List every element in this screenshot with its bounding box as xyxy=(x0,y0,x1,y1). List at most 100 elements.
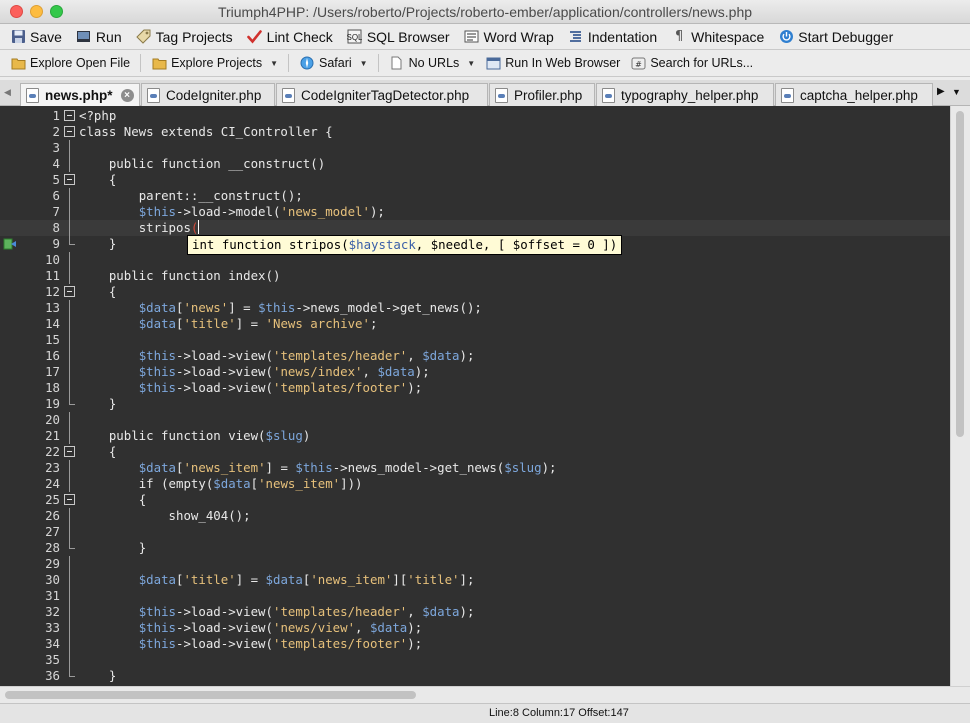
line-number: 27 xyxy=(45,524,60,539)
fold-toggle-icon[interactable] xyxy=(64,446,75,457)
run-button[interactable]: Run xyxy=(76,29,122,45)
folder-icon xyxy=(10,55,26,71)
code-line: 21 public function view($slug) xyxy=(0,428,950,444)
code-line: 22 { xyxy=(0,444,950,460)
tab-profiler-php[interactable]: Profiler.php xyxy=(489,83,595,106)
main-toolbar: Save Run Tag Projects Lint Check SQL SQL… xyxy=(0,24,970,50)
url-select[interactable]: No URLs ▼ xyxy=(389,55,475,71)
tab-scroll-left-icon[interactable]: ◀ xyxy=(4,87,11,98)
text-cursor xyxy=(198,220,200,234)
save-button[interactable]: Save xyxy=(10,29,62,45)
code-text: stripos xyxy=(138,220,191,235)
code-line: 14 $data['title'] = 'News archive'; xyxy=(0,316,950,332)
code-line: 18 $this->load->view('templates/footer')… xyxy=(0,380,950,396)
toolbar-separator xyxy=(140,54,142,72)
tab-label: CodeIgniterTagDetector.php xyxy=(301,87,470,103)
code-line: 31 xyxy=(0,588,950,604)
search-urls-icon: # xyxy=(630,55,646,71)
code-text: { xyxy=(108,444,117,459)
line-number: 20 xyxy=(45,412,60,427)
tab-list-menu-icon[interactable]: ▼ xyxy=(952,87,961,97)
whitespace-button[interactable]: ¶ Whitespace xyxy=(671,29,764,45)
document-icon xyxy=(389,55,405,71)
browser-window-icon xyxy=(485,55,501,71)
vertical-scrollbar[interactable] xyxy=(950,106,970,686)
line-number: 2 xyxy=(52,124,60,139)
indentation-button[interactable]: Indentation xyxy=(568,29,657,45)
line-number: 4 xyxy=(52,156,60,171)
code-line: 20 xyxy=(0,412,950,428)
run-in-web-browser-label: Run In Web Browser xyxy=(505,56,621,70)
code-line: 32 $this->load->view('templates/header',… xyxy=(0,604,950,620)
tab-label: Profiler.php xyxy=(514,87,583,103)
horizontal-scrollbar[interactable] xyxy=(0,686,970,703)
line-number: 16 xyxy=(45,348,60,363)
line-number: 1 xyxy=(52,108,60,123)
code-line: 19 } xyxy=(0,396,950,412)
indentation-icon xyxy=(568,29,584,45)
explore-projects-dropdown[interactable]: Explore Projects ▼ xyxy=(151,55,278,71)
run-label: Run xyxy=(95,28,122,45)
php-file-icon xyxy=(781,87,794,103)
title-bar: Triumph4PHP: /Users/roberto/Projects/rob… xyxy=(0,0,970,24)
line-number: 8 xyxy=(52,220,60,235)
explore-open-file-label: Explore Open File xyxy=(30,56,131,70)
line-number: 13 xyxy=(45,300,60,315)
code-text: <?php xyxy=(79,108,117,123)
tab-codeignitertagdetector-php[interactable]: CodeIgniterTagDetector.php xyxy=(276,83,488,106)
explore-open-file-button[interactable]: Explore Open File xyxy=(10,55,130,71)
code-line: 36 } xyxy=(0,668,950,684)
start-debugger-button[interactable]: Start Debugger xyxy=(778,29,893,45)
tab-captcha-helper-php[interactable]: captcha_helper.php xyxy=(775,83,933,106)
code-line: 12 { xyxy=(0,284,950,300)
line-number: 11 xyxy=(45,268,60,283)
code-lines: 1 <?php 2 class News extends CI_Controller… xyxy=(0,108,950,684)
run-icon xyxy=(76,29,92,45)
tag-projects-label: Tag Projects xyxy=(155,28,233,45)
checkmark-icon xyxy=(247,29,263,45)
tag-projects-button[interactable]: Tag Projects xyxy=(136,29,233,45)
line-number: 7 xyxy=(52,204,60,219)
code-text: parent::__construct(); xyxy=(138,188,303,203)
code-line: 25 { xyxy=(0,492,950,508)
code-line: 4 public function __construct() xyxy=(0,156,950,172)
code-line: 24 if (empty($data['news_item'])) xyxy=(0,476,950,492)
tag-icon xyxy=(136,29,152,45)
line-number: 28 xyxy=(45,540,60,555)
indentation-label: Indentation xyxy=(587,28,658,45)
code-editor[interactable]: 1 <?php 2 class News extends CI_Controller… xyxy=(0,106,970,686)
search-for-urls-label: Search for URLs... xyxy=(650,56,754,70)
sql-browser-button[interactable]: SQL SQL Browser xyxy=(347,29,449,45)
fold-toggle-icon[interactable] xyxy=(64,126,75,137)
line-number: 33 xyxy=(45,620,60,635)
code-line: 2 class News extends CI_Controller { xyxy=(0,124,950,140)
horizontal-scroll-thumb[interactable] xyxy=(5,691,416,699)
line-number: 5 xyxy=(52,172,60,187)
word-wrap-button[interactable]: Word Wrap xyxy=(464,29,554,45)
toolbar-separator xyxy=(288,54,289,72)
vertical-scroll-thumb[interactable] xyxy=(956,111,964,437)
tab-scroll-right-icon[interactable]: ▶ xyxy=(937,86,945,97)
chevron-down-icon: ▼ xyxy=(270,58,278,68)
fold-toggle-icon[interactable] xyxy=(64,110,75,121)
close-tab-icon[interactable]: × xyxy=(120,88,134,102)
fold-toggle-icon[interactable] xyxy=(64,494,75,505)
line-number: 24 xyxy=(45,476,60,491)
lint-check-button[interactable]: Lint Check xyxy=(247,29,333,45)
line-number: 29 xyxy=(45,556,60,571)
current-code-line: 8 stripos( xyxy=(0,220,950,236)
php-file-icon xyxy=(147,87,160,103)
code-line: 16 $this->load->view('templates/header',… xyxy=(0,348,950,364)
tab-news-php[interactable]: news.php* × xyxy=(20,83,140,106)
run-in-web-browser-button[interactable]: Run In Web Browser xyxy=(485,55,620,71)
code-text: } xyxy=(108,236,117,251)
search-for-urls-button[interactable]: # Search for URLs... xyxy=(630,55,753,71)
browser-select[interactable]: Safari ▼ xyxy=(299,55,368,71)
call-tip-tooltip: int function stripos($haystack, $needle,… xyxy=(187,235,623,255)
code-line: 26 show_404(); xyxy=(0,508,950,524)
tab-codeigniter-php[interactable]: CodeIgniter.php xyxy=(141,83,275,106)
line-number: 23 xyxy=(45,460,60,475)
fold-toggle-icon[interactable] xyxy=(64,286,75,297)
tab-typography-helper-php[interactable]: typography_helper.php xyxy=(596,83,774,106)
fold-toggle-icon[interactable] xyxy=(64,174,75,185)
